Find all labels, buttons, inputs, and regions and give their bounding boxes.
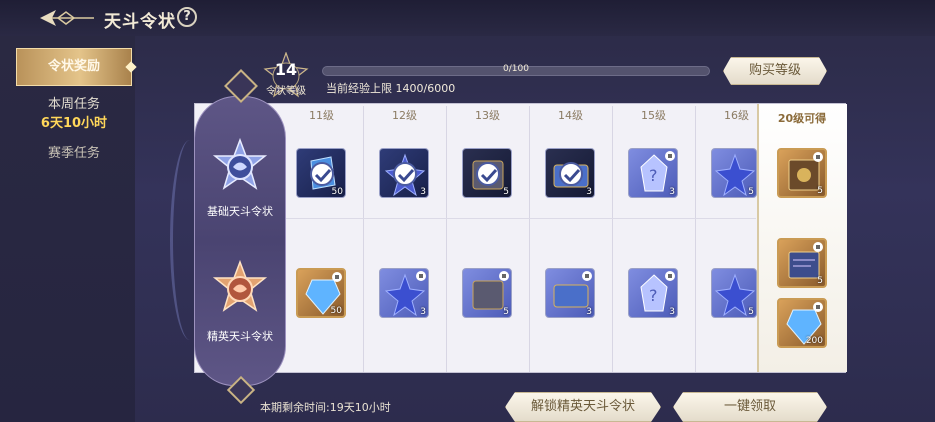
reward-quantity: 50 bbox=[331, 187, 343, 197]
final-reward-item-book[interactable]: 5 bbox=[777, 148, 827, 198]
reward-item-mystery-crystal[interactable]: ? 3 bbox=[628, 268, 678, 318]
lock-icon bbox=[332, 272, 342, 282]
claimed-check-icon bbox=[310, 162, 334, 186]
reward-quantity: 5 bbox=[748, 307, 754, 317]
basic-pass-name: 基础天斗令状 bbox=[207, 205, 273, 218]
back-button[interactable] bbox=[36, 6, 96, 30]
reward-item-chest[interactable]: 5 bbox=[462, 268, 512, 318]
tab-weekly-tasks[interactable]: 本周任务 6天10小时 bbox=[16, 93, 132, 131]
lock-icon bbox=[499, 271, 509, 281]
column-divider bbox=[695, 106, 696, 372]
column-divider bbox=[446, 106, 447, 372]
tab-season-tasks[interactable]: 赛季任务 bbox=[16, 142, 132, 161]
remaining-time-text: 本期剩余时间:19天10小时 bbox=[260, 401, 391, 414]
elite-pass-emblem-icon bbox=[212, 260, 268, 312]
row-divider bbox=[280, 218, 756, 219]
reward-panel bbox=[194, 103, 846, 373]
reward-quantity: 3 bbox=[586, 307, 592, 317]
reward-quantity: 5 bbox=[817, 186, 823, 196]
claimed-check-icon bbox=[393, 162, 417, 186]
lock-icon bbox=[665, 271, 675, 281]
lock-icon bbox=[813, 152, 823, 162]
reward-quantity: 50 bbox=[330, 306, 342, 316]
lock-icon bbox=[582, 271, 592, 281]
lock-icon bbox=[416, 271, 426, 281]
claimed-check-icon bbox=[559, 162, 583, 186]
unlock-elite-pass-button[interactable]: 解锁精英天斗令状 bbox=[505, 392, 661, 422]
reward-quantity: 3 bbox=[669, 187, 675, 197]
column-divider bbox=[529, 106, 530, 372]
reward-item-blue-shard[interactable]: 50 bbox=[296, 148, 346, 198]
reward-quantity: 5 bbox=[748, 187, 754, 197]
column-divider bbox=[363, 106, 364, 372]
final-reward-item-blue-gem[interactable]: 200 bbox=[777, 298, 827, 348]
reward-quantity: 3 bbox=[669, 307, 675, 317]
svg-text:?: ? bbox=[649, 166, 658, 185]
lock-icon bbox=[665, 151, 675, 161]
reward-quantity: 200 bbox=[805, 336, 823, 346]
tab-pass-rewards[interactable]: 令状奖励 bbox=[16, 48, 132, 86]
claim-all-button[interactable]: 一键领取 bbox=[673, 392, 827, 422]
elite-pass-name: 精英天斗令状 bbox=[207, 330, 273, 343]
reward-item-star-crystal[interactable]: 3 bbox=[379, 268, 429, 318]
svg-text:?: ? bbox=[649, 286, 658, 305]
claimed-check-icon bbox=[476, 162, 500, 186]
final-reward-item-spellbook[interactable]: 5 bbox=[777, 238, 827, 288]
column-header-level: 14级 bbox=[558, 109, 583, 122]
pass-level-number: 14 bbox=[274, 60, 298, 79]
tab-pass-rewards-label: 令状奖励 bbox=[47, 59, 100, 74]
reward-quantity: 5 bbox=[503, 187, 509, 197]
reward-item-treasure-box[interactable]: 3 bbox=[545, 148, 595, 198]
help-icon[interactable]: ? bbox=[177, 7, 197, 27]
lock-icon bbox=[813, 242, 823, 252]
column-divider bbox=[612, 106, 613, 372]
reward-item-chest[interactable]: 5 bbox=[462, 148, 512, 198]
column-header-level: 15级 bbox=[641, 109, 666, 122]
reward-quantity: 3 bbox=[420, 187, 426, 197]
reward-item-star-crystal[interactable]: 5 bbox=[711, 268, 757, 318]
tab-weekly-tasks-label: 本周任务 bbox=[47, 97, 100, 112]
lock-icon bbox=[813, 302, 823, 312]
reward-item-blue-gem[interactable]: 50 bbox=[296, 268, 346, 318]
back-arrow-icon bbox=[40, 10, 94, 26]
tab-weekly-tasks-timer: 6天10小时 bbox=[40, 116, 108, 131]
reward-quantity: 5 bbox=[817, 276, 823, 286]
column-header-level: 13级 bbox=[475, 109, 500, 122]
column-header-level: 12级 bbox=[392, 109, 417, 122]
final-reward-header: 20级可得 bbox=[777, 112, 827, 125]
reward-quantity: 3 bbox=[420, 307, 426, 317]
pass-level-label: 令状等级 bbox=[266, 86, 306, 97]
reward-quantity: 3 bbox=[586, 187, 592, 197]
basic-pass-emblem-icon bbox=[212, 138, 268, 190]
reward-item-treasure-box[interactable]: 3 bbox=[545, 268, 595, 318]
reward-item-mystery-crystal[interactable]: ? 3 bbox=[628, 148, 678, 198]
exp-cap-text: 当前经验上限 1400/6000 bbox=[326, 82, 456, 95]
reward-quantity: 5 bbox=[503, 307, 509, 317]
reward-item-star-crystal[interactable]: 5 bbox=[711, 148, 757, 198]
page-title: 天斗令状 bbox=[104, 12, 176, 32]
reward-item-star-crystal[interactable]: 3 bbox=[379, 148, 429, 198]
exp-progress-text: 0/100 bbox=[503, 64, 529, 74]
column-header-level: 11级 bbox=[309, 109, 334, 122]
buy-level-button[interactable]: 购买等级 bbox=[723, 57, 827, 85]
